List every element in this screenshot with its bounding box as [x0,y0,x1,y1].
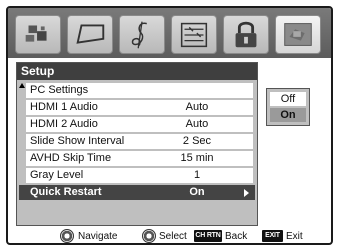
lock-icon[interactable] [223,15,269,54]
option-on[interactable]: On [270,108,306,122]
screen-icon[interactable] [67,15,113,54]
footer-hints: Navigate Select CH RTN Back EXIT Exit [8,229,331,243]
picture-icon[interactable] [15,15,61,54]
row-value: 2 Sec [182,135,212,147]
row-value: 1 [193,169,201,181]
chevron-right-icon [244,189,249,197]
row-value: On [189,186,205,198]
scroll-up-icon[interactable] [19,83,25,88]
row-label: HDMI 2 Audio [30,118,98,130]
setup-title: Setup [17,63,257,80]
function-icon[interactable] [171,15,217,54]
exit-hint: Exit [286,231,303,242]
setup-icon[interactable] [275,15,321,54]
row-value: Auto [185,118,209,130]
option-off[interactable]: Off [270,92,306,106]
setup-panel: Setup PC Settings HDMI 1 Audio Auto HDMI… [16,62,258,226]
navigate-hint: Navigate [78,231,118,242]
options-popup: Off On [266,88,310,126]
row-value: 15 min [180,152,214,164]
ch-rtn-key-icon: CH RTN [194,230,222,242]
tv-menu-screen: Setup PC Settings HDMI 1 Audio Auto HDMI… [6,6,333,245]
row-pc-settings[interactable]: PC Settings [26,83,253,98]
menu-icon-strip [8,8,331,58]
row-label: AVHD Skip Time [30,152,112,164]
navigate-dial-icon [60,229,74,243]
row-label: PC Settings [30,84,89,96]
row-label: HDMI 1 Audio [30,101,98,113]
row-avhd-skip-time[interactable]: AVHD Skip Time 15 min [26,151,253,166]
exit-key-icon: EXIT [262,230,283,242]
row-label: Quick Restart [30,186,102,198]
row-gray-level[interactable]: Gray Level 1 [26,168,253,183]
back-hint: Back [225,231,248,242]
row-value: Auto [185,101,209,113]
row-label: Slide Show Interval [30,135,125,147]
row-hdmi-1-audio[interactable]: HDMI 1 Audio Auto [26,100,253,115]
row-slide-show-interval[interactable]: Slide Show Interval 2 Sec [26,134,253,149]
row-hdmi-2-audio[interactable]: HDMI 2 Audio Auto [26,117,253,132]
select-dial-icon [142,229,156,243]
row-quick-restart[interactable]: Quick Restart On [19,185,255,200]
row-label: Gray Level [30,169,84,181]
select-hint: Select [159,231,187,242]
audio-icon[interactable] [119,15,165,54]
